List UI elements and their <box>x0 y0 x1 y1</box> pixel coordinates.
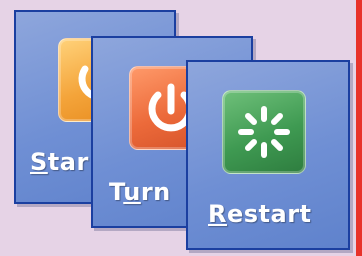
turn-off-label: Turn <box>109 178 171 206</box>
restart-icon <box>222 90 306 174</box>
restart-label: Restart <box>208 200 312 228</box>
standby-label: Star <box>30 148 89 176</box>
restart-button[interactable]: Restart <box>186 60 350 250</box>
red-edge-bar <box>356 0 362 256</box>
